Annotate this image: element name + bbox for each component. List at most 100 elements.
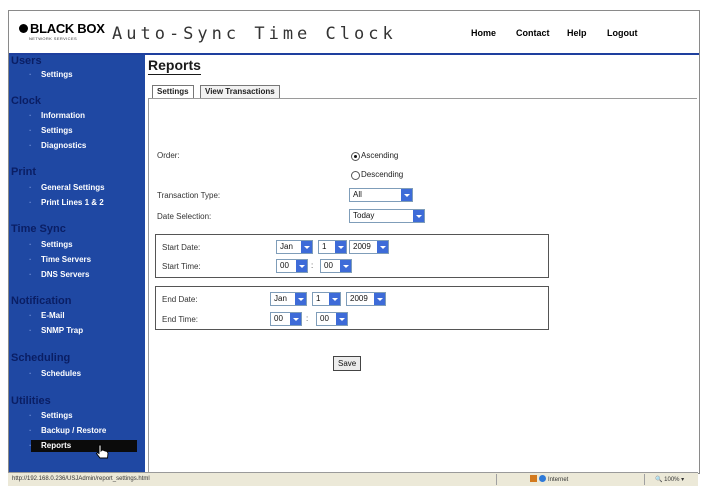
transaction-type-select[interactable]: All [349, 188, 413, 202]
order-descending-radio[interactable] [351, 171, 360, 180]
sidebar-item-snmp-trap[interactable]: SNMP Trap [29, 326, 83, 335]
zoom-value: 100% [664, 477, 680, 483]
sidebar: Users Settings Clock Information Setting… [9, 55, 145, 473]
transaction-type-value: All [353, 190, 362, 199]
end-date-time-group: End Date: Jan 1 2009 End Time: 00: 00 [155, 286, 549, 330]
sidebar-section-print: Print [11, 166, 37, 178]
sidebar-item-time-servers[interactable]: Time Servers [29, 255, 91, 264]
chevron-down-icon [336, 313, 347, 325]
warning-icon [530, 475, 537, 482]
save-button[interactable]: Save [333, 356, 362, 371]
chevron-down-icon [413, 210, 424, 222]
status-divider [644, 474, 645, 485]
sidebar-item-email[interactable]: E-Mail [29, 311, 64, 320]
security-zone: Internet [530, 475, 568, 483]
end-day-value: 1 [316, 294, 321, 303]
sidebar-item-utilities-settings[interactable]: Settings [29, 411, 72, 420]
end-date-label: End Date: [162, 295, 198, 304]
logo-diamond-icon [19, 24, 28, 33]
sidebar-item-clock-information[interactable]: Information [29, 111, 85, 120]
start-year-value: 2009 [353, 242, 371, 251]
start-year-select[interactable]: 2009 [349, 240, 389, 254]
transaction-type-label: Transaction Type: [157, 191, 221, 200]
end-time-separator: : [306, 314, 309, 323]
sidebar-section-notification: Notification [11, 295, 72, 307]
start-minute-value: 00 [324, 261, 333, 270]
order-descending-label[interactable]: Descending [361, 170, 403, 179]
sidebar-section-users: Users [11, 55, 42, 67]
sidebar-item-backup-restore[interactable]: Backup / Restore [29, 426, 106, 435]
chevron-down-icon [377, 241, 388, 253]
sidebar-item-schedules[interactable]: Schedules [29, 369, 81, 378]
status-divider [496, 474, 497, 485]
chevron-down-icon [295, 293, 306, 305]
sidebar-section-clock: Clock [11, 95, 41, 107]
chevron-down-icon [296, 260, 307, 272]
nav-help-link[interactable]: Help [567, 28, 587, 38]
start-day-value: 1 [322, 242, 327, 251]
sidebar-item-print-lines[interactable]: Print Lines 1 & 2 [29, 198, 104, 207]
browser-status-bar: http://192.168.0.236/USJAdmin/report_set… [8, 472, 698, 486]
nav-logout-link[interactable]: Logout [607, 28, 638, 38]
start-hour-select[interactable]: 00 [276, 259, 308, 273]
chevron-down-icon [335, 241, 346, 253]
chevron-down-icon [340, 260, 351, 272]
hand-cursor-icon [95, 444, 109, 459]
main-content: Reports Settings View Transactions Order… [145, 55, 699, 473]
end-time-label: End Time: [162, 315, 199, 324]
tab-view-transactions[interactable]: View Transactions [200, 85, 280, 98]
chevron-down-icon [329, 293, 340, 305]
sidebar-item-reports[interactable]: Reports [29, 440, 137, 452]
browser-window: BLACK BOX NETWORK SERVICES Auto-Sync Tim… [8, 10, 700, 474]
sidebar-section-scheduling: Scheduling [11, 352, 71, 364]
end-minute-value: 00 [320, 314, 329, 323]
start-hour-value: 00 [280, 261, 289, 270]
end-year-select[interactable]: 2009 [346, 292, 386, 306]
settings-panel: Order: Ascending Descending Transaction … [148, 98, 697, 473]
end-month-select[interactable]: Jan [270, 292, 307, 306]
date-selection-label: Date Selection: [157, 212, 212, 221]
status-url: http://192.168.0.236/USJAdmin/report_set… [12, 476, 150, 482]
start-minute-select[interactable]: 00 [320, 259, 352, 273]
order-ascending-label[interactable]: Ascending [361, 151, 398, 160]
brand-tagline: NETWORK SERVICES [29, 36, 78, 41]
sidebar-item-dns-servers[interactable]: DNS Servers [29, 270, 90, 279]
zone-label: Internet [548, 477, 569, 483]
end-day-select[interactable]: 1 [312, 292, 341, 306]
end-month-value: Jan [274, 294, 287, 303]
start-time-separator: : [311, 261, 314, 270]
end-hour-value: 00 [274, 314, 283, 323]
sidebar-section-time-sync: Time Sync [11, 223, 66, 235]
page-title: Reports [148, 57, 201, 75]
chevron-down-icon [301, 241, 312, 253]
tab-settings[interactable]: Settings [152, 85, 194, 99]
sidebar-item-general-settings[interactable]: General Settings [29, 183, 104, 192]
nav-home-link[interactable]: Home [471, 28, 496, 38]
date-selection-select[interactable]: Today [349, 209, 425, 223]
order-label: Order: [157, 151, 180, 160]
chevron-down-icon [401, 189, 412, 201]
sidebar-item-clock-settings[interactable]: Settings [29, 126, 72, 135]
zoom-level[interactable]: 🔍 100% ▾ [655, 476, 684, 483]
start-month-value: Jan [280, 242, 293, 251]
order-ascending-radio[interactable] [351, 152, 360, 161]
end-hour-select[interactable]: 00 [270, 312, 302, 326]
sidebar-section-utilities: Utilities [11, 395, 51, 407]
sidebar-item-users-settings[interactable]: Settings [29, 70, 72, 79]
start-day-select[interactable]: 1 [318, 240, 347, 254]
end-minute-select[interactable]: 00 [316, 312, 348, 326]
sidebar-item-clock-diagnostics[interactable]: Diagnostics [29, 141, 86, 150]
start-time-label: Start Time: [162, 262, 201, 271]
start-month-select[interactable]: Jan [276, 240, 313, 254]
end-year-value: 2009 [350, 294, 368, 303]
black-box-logo: BLACK BOX NETWORK SERVICES [19, 21, 107, 47]
globe-icon [539, 475, 546, 482]
sidebar-item-time-sync-settings[interactable]: Settings [29, 240, 72, 249]
app-header: BLACK BOX NETWORK SERVICES Auto-Sync Tim… [9, 11, 699, 55]
start-date-label: Start Date: [162, 243, 201, 252]
date-selection-value: Today [353, 211, 375, 220]
nav-contact-link[interactable]: Contact [516, 28, 550, 38]
app-title: Auto-Sync Time Clock [112, 24, 397, 44]
chevron-down-icon [290, 313, 301, 325]
start-date-time-group: Start Date: Jan 1 2009 Start Time: 00: … [155, 234, 549, 278]
